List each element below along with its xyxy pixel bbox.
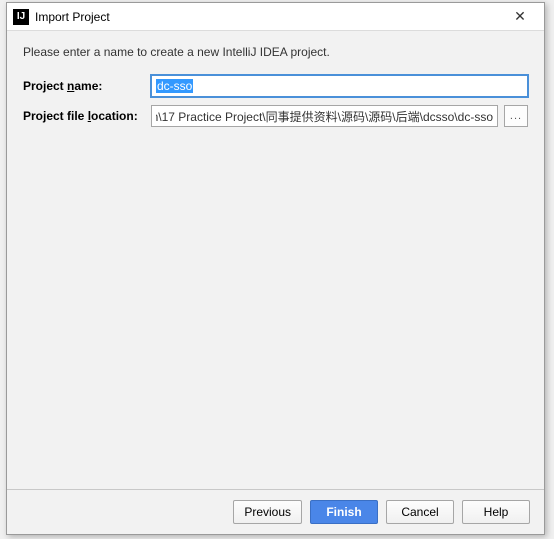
instruction-text: Please enter a name to create a new Inte… [23, 45, 528, 59]
project-name-input[interactable]: dc-sso [151, 75, 528, 97]
project-name-label: Project name: [23, 79, 151, 93]
finish-button[interactable]: Finish [310, 500, 378, 524]
ellipsis-icon: ... [510, 110, 522, 122]
close-button[interactable]: ✕ [500, 4, 540, 30]
help-button[interactable]: Help [462, 500, 530, 524]
cancel-button[interactable]: Cancel [386, 500, 454, 524]
project-location-label: Project file location: [23, 109, 151, 123]
app-icon: IJ [13, 9, 29, 25]
close-icon: ✕ [514, 8, 526, 25]
browse-button[interactable]: ... [504, 105, 528, 127]
project-name-row: Project name: dc-sso [23, 75, 528, 97]
project-name-value: dc-sso [156, 79, 193, 93]
dialog-footer: Previous Finish Cancel Help [7, 489, 544, 534]
import-project-dialog: IJ Import Project ✕ Please enter a name … [6, 2, 545, 535]
dialog-content: Please enter a name to create a new Inte… [7, 31, 544, 489]
window-title: Import Project [35, 10, 500, 24]
project-location-row: Project file location: ... [23, 105, 528, 127]
previous-button[interactable]: Previous [233, 500, 302, 524]
titlebar: IJ Import Project ✕ [7, 3, 544, 31]
project-location-input[interactable] [151, 105, 498, 127]
